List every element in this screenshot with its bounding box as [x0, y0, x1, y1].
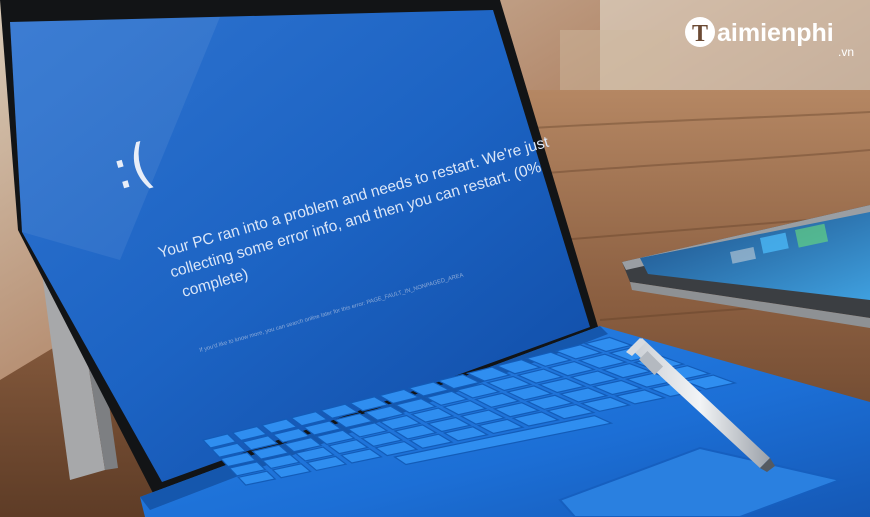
shelf-blur: [560, 30, 670, 100]
watermark-tld: .vn: [838, 45, 854, 59]
watermark-name: aimienphi: [717, 19, 834, 47]
photo-scene: :( Your PC ran into a problem and needs …: [0, 0, 870, 517]
watermark-initial: T: [692, 21, 708, 47]
